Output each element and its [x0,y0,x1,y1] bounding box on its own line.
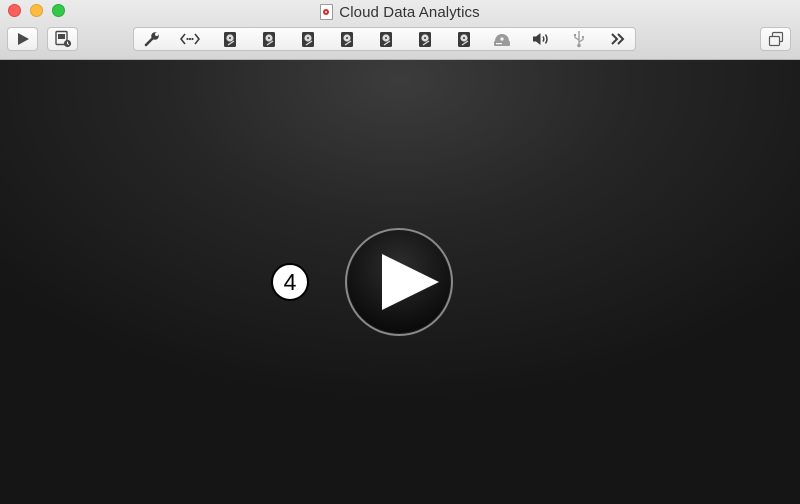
play-icon [382,254,439,310]
usb-button[interactable] [568,30,590,48]
settings-button[interactable] [141,30,163,48]
hard-disk-button-2[interactable] [258,30,280,48]
hard-disk-button-4[interactable] [336,30,358,48]
start-vm-large-button[interactable] [345,228,453,336]
more-devices-button[interactable] [607,30,629,48]
hard-disk-button-3[interactable] [297,30,319,48]
optical-drive-button[interactable] [491,30,513,48]
hard-disk-button-6[interactable] [414,30,436,48]
step-badge: 4 [271,263,309,301]
hard-disk-icon [341,31,353,47]
network-icon [180,33,200,45]
vm-document-icon [320,4,334,20]
hard-disk-button-1[interactable] [219,30,241,48]
sound-icon [533,33,548,45]
play-icon [17,33,29,45]
hard-disk-icon [302,31,314,47]
hard-disk-icon [263,31,275,47]
optical-drive-icon [494,34,510,46]
hard-disk-icon [380,31,392,47]
wrench-icon [144,32,159,47]
network-button[interactable] [179,30,201,48]
usb-icon [574,31,585,48]
fullscreen-button[interactable] [760,27,791,51]
hard-disk-button-5[interactable] [375,30,397,48]
title-bar: Cloud Data Analytics [0,0,800,60]
hard-disk-icon [419,31,431,47]
vm-window: Cloud Data Analytics 4 [0,0,800,504]
snapshot-icon [54,30,71,48]
hard-disk-button-7[interactable] [453,30,475,48]
sound-button[interactable] [530,30,552,48]
more-chevrons-icon [611,33,625,45]
fullscreen-icon [768,31,783,47]
window-title-group: Cloud Data Analytics [0,2,800,22]
window-title: Cloud Data Analytics [339,3,480,21]
hard-disk-icon [458,31,470,47]
snapshot-button[interactable] [47,27,78,51]
device-toolbar [133,27,636,51]
start-vm-button[interactable] [7,27,38,51]
hard-disk-icon [224,31,236,47]
